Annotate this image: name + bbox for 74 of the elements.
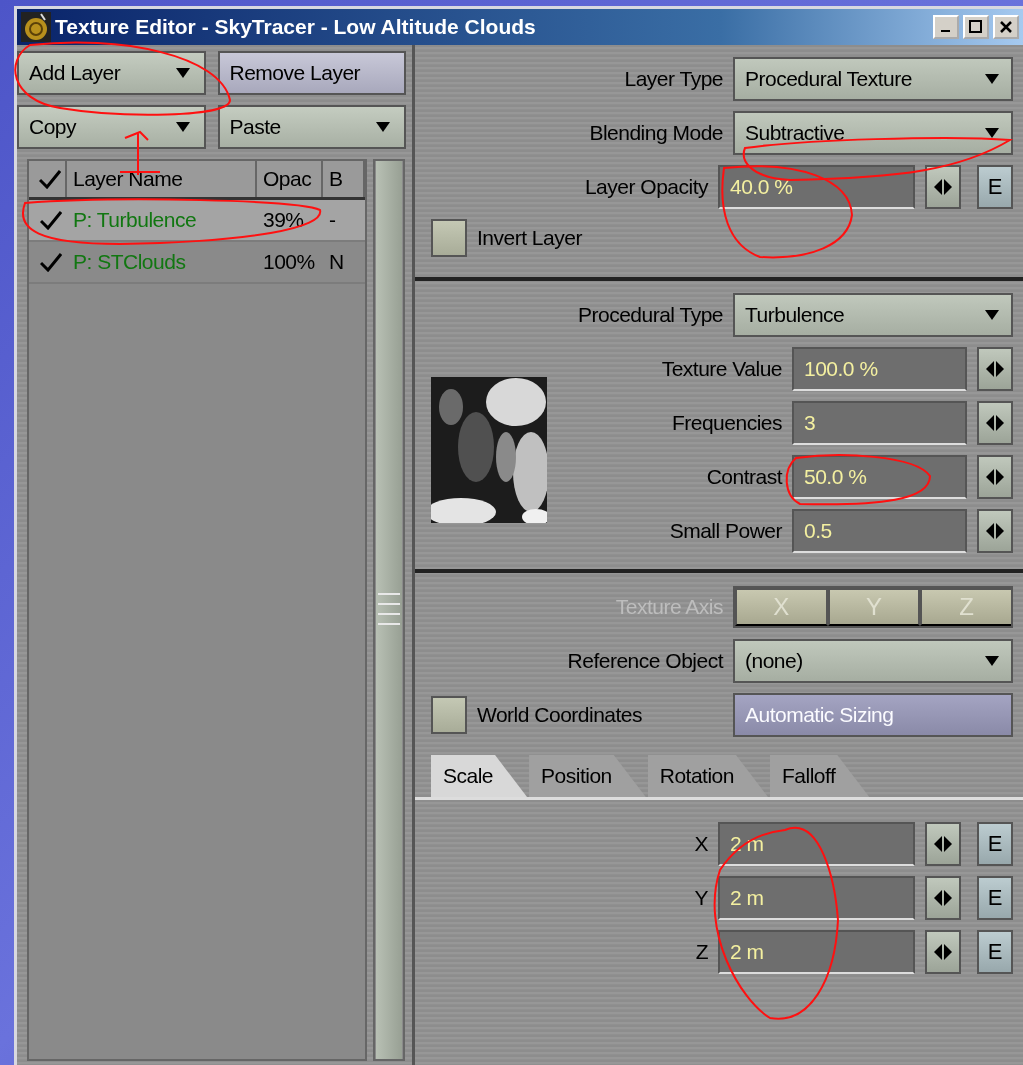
input-field[interactable]: 2 m (718, 876, 915, 920)
action-button[interactable]: Remove Layer (217, 51, 406, 95)
input-field[interactable]: 100.0 % (792, 347, 967, 391)
dropdown[interactable]: Procedural Texture (733, 57, 1013, 101)
column-header[interactable]: Layer Name (73, 167, 183, 191)
caret-icon (175, 68, 190, 78)
layer-name: P: Turbulence (73, 208, 197, 232)
column-header[interactable]: Opac (263, 167, 312, 191)
slider-arrows-icon[interactable] (925, 876, 961, 920)
field-label: Frequencies (670, 411, 782, 435)
slider-arrows-icon[interactable] (925, 930, 961, 974)
caret-icon (985, 74, 999, 84)
input-field[interactable]: 0.5 (792, 509, 967, 553)
field-label: Small Power (668, 519, 782, 543)
column-header[interactable]: B (329, 167, 343, 191)
slider-arrows-icon[interactable] (977, 455, 1013, 499)
layer-row[interactable]: P: STClouds 100% N (29, 242, 365, 284)
maximize-icon[interactable] (963, 15, 989, 39)
slider-arrows-icon[interactable] (977, 347, 1013, 391)
layer-name: P: STClouds (73, 250, 186, 274)
envelope-button[interactable]: E (977, 930, 1013, 974)
layer-row[interactable]: P: Turbulence 39% - (29, 200, 365, 242)
minimize-icon[interactable] (933, 15, 959, 39)
field-label: Procedural Type (576, 303, 723, 327)
slider-arrows-icon[interactable] (925, 822, 961, 866)
opacity-value: 100% (263, 250, 315, 274)
caret-icon (985, 310, 999, 320)
dropdown[interactable]: Turbulence (733, 293, 1013, 337)
scrollbar-thumb[interactable] (376, 161, 402, 1059)
window-title: Texture Editor - SkyTracer - Low Altitude Clouds (55, 15, 537, 39)
envelope-button[interactable]: E (977, 822, 1013, 866)
slider-arrows-icon[interactable] (977, 509, 1013, 553)
checkbox-label: Invert Layer (477, 226, 582, 250)
dropdown-button[interactable]: Paste (217, 105, 406, 149)
tab[interactable]: Scale (431, 755, 528, 797)
caret-icon (376, 122, 390, 132)
field-label: Reference Object (566, 649, 723, 673)
checkmark-icon (40, 210, 62, 230)
field-label: Layer Type (623, 67, 723, 91)
caret-icon (985, 128, 999, 138)
checkbox-label: World Coordinates (477, 703, 643, 727)
input-field[interactable]: 50.0 % (792, 455, 967, 499)
slider-arrows-icon[interactable] (925, 165, 961, 209)
field-label: Y (693, 886, 708, 910)
field-label: X (693, 832, 708, 856)
field-label: Texture Value (660, 357, 782, 381)
dropdown[interactable]: (none) (733, 639, 1013, 683)
field-label: Z (694, 940, 708, 964)
caret-icon (985, 656, 999, 666)
checkmark-icon (40, 252, 62, 272)
checkbox[interactable] (431, 219, 467, 257)
tab[interactable]: Position (529, 755, 646, 797)
tab[interactable]: Falloff (769, 755, 870, 797)
input-field[interactable]: 2 m (718, 930, 915, 974)
envelope-button[interactable]: E (977, 876, 1013, 920)
slider-arrows-icon[interactable] (977, 401, 1013, 445)
blend-value: - (329, 208, 336, 232)
checkmark-icon (39, 169, 61, 189)
input-field[interactable]: 2 m (718, 822, 915, 866)
field-label: Layer Opacity (583, 175, 708, 199)
field-label: Contrast (705, 465, 782, 489)
input-field[interactable]: 40.0 % (718, 165, 915, 209)
opacity-value: 39% (263, 208, 304, 232)
envelope-button[interactable]: E (977, 165, 1013, 209)
input-field[interactable]: 3 (792, 401, 967, 445)
blend-value: N (329, 250, 344, 274)
dropdown[interactable]: Subtractive (733, 111, 1013, 155)
checkbox[interactable] (431, 696, 467, 734)
dropdown-button[interactable]: Add Layer (17, 51, 206, 95)
dropdown-button[interactable]: Copy (17, 105, 206, 149)
field-label: Blending Mode (588, 121, 723, 145)
caret-icon (175, 122, 190, 132)
close-icon[interactable] (993, 15, 1019, 39)
tab[interactable]: Rotation (647, 755, 768, 797)
